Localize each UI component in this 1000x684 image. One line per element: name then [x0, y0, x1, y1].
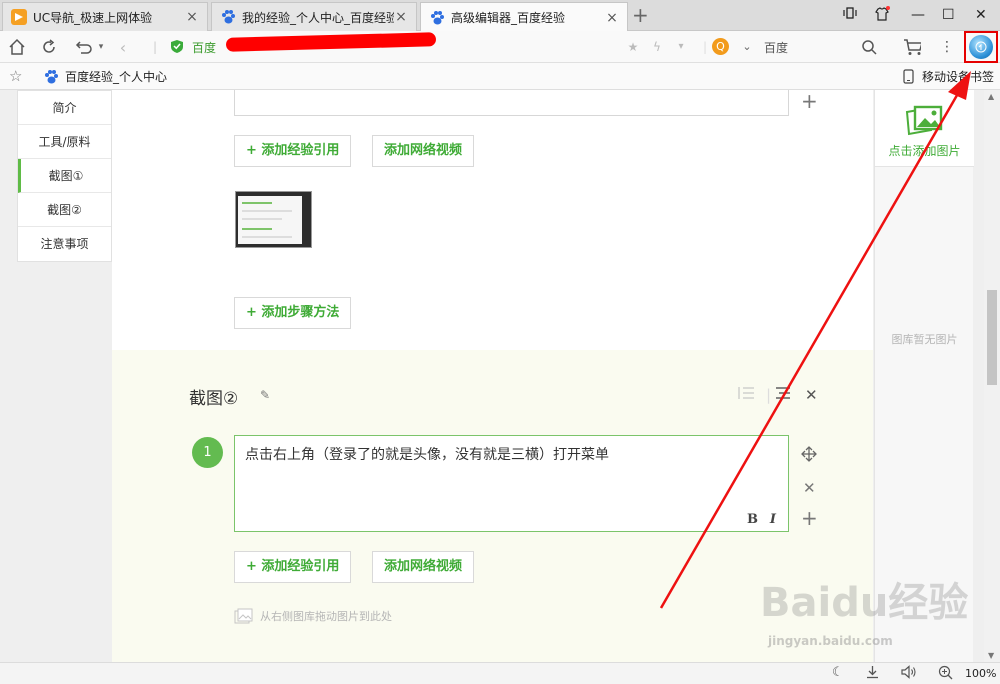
- lightning-icon[interactable]: ϟ: [648, 38, 666, 56]
- zoom-in-icon[interactable]: [938, 665, 953, 684]
- delete-step-icon[interactable]: ✕: [803, 479, 816, 497]
- close-icon[interactable]: ×: [394, 9, 408, 25]
- drop-hint-text: 从右侧图库拖动图片到此处: [260, 610, 392, 623]
- mobile-bookmarks[interactable]: 移动设备书签: [903, 68, 994, 85]
- watermark-url: jingyan.baidu.com: [768, 634, 893, 648]
- nav-item-tools[interactable]: 工具/原料: [18, 125, 111, 159]
- close-icon[interactable]: ✕: [805, 386, 818, 404]
- star-bookmark-icon[interactable]: ★: [624, 38, 642, 56]
- unordered-list-icon[interactable]: [775, 386, 791, 404]
- address-toolbar: ▾ ‹ |: [0, 31, 1000, 63]
- phone-icon: [903, 69, 914, 84]
- vibrate-icon[interactable]: [843, 6, 857, 25]
- bold-button[interactable]: B: [747, 512, 758, 527]
- step-text-area[interactable]: [234, 90, 789, 116]
- move-drag-icon[interactable]: [801, 446, 817, 466]
- step-number-badge: 1: [192, 437, 223, 468]
- add-reference-button[interactable]: + 添加经验引用: [234, 135, 352, 167]
- step-screenshot-thumbnail[interactable]: [235, 191, 312, 248]
- security-shield-icon: [170, 39, 184, 57]
- pencil-edit-icon[interactable]: ✎: [260, 388, 270, 402]
- skin-shirt-icon[interactable]: [874, 6, 890, 27]
- baidu-jingyan-watermark: Baidu经验: [760, 580, 969, 626]
- baidu-paw-icon: [220, 9, 236, 25]
- empty-library-text: 图库暂无图片: [891, 333, 958, 346]
- outline-nav: 简介 工具/原料 截图① 截图② 注意事项: [17, 90, 112, 262]
- site-name: 百度: [192, 41, 217, 55]
- zoom-level[interactable]: 100%: [965, 667, 996, 680]
- bookmark-label: 百度经验_个人中心: [65, 70, 168, 84]
- italic-button[interactable]: I: [770, 512, 776, 527]
- volume-icon[interactable]: [901, 665, 917, 683]
- add-reference-button[interactable]: + 添加经验引用: [234, 551, 352, 583]
- nav-item-intro[interactable]: 简介: [18, 91, 111, 125]
- ordered-list-icon[interactable]: [738, 386, 754, 404]
- tab-bar: UC导航_极速上网体验 × 我的经验_个人中心_百度经验 × 高级编辑器_百度经…: [0, 0, 1000, 32]
- step-text: 点击右上角（登录了的就是头像，没有就是三横）打开菜单: [245, 447, 609, 463]
- home-icon[interactable]: [8, 38, 26, 56]
- divider: |: [152, 40, 158, 54]
- night-mode-moon-icon[interactable]: ☾: [832, 665, 844, 680]
- back-arrow-icon[interactable]: ‹: [114, 38, 132, 57]
- nav-item-screenshot-1[interactable]: 截图①: [18, 159, 111, 193]
- add-video-button[interactable]: 添加网络视频: [372, 551, 475, 583]
- nav-item-screenshot-2[interactable]: 截图②: [18, 193, 111, 227]
- search-engine-icon[interactable]: Q: [712, 38, 729, 55]
- divider: |: [766, 386, 772, 404]
- status-bar: ☾ 100%: [0, 662, 1000, 684]
- mobile-bookmarks-label: 移动设备书签: [921, 70, 994, 84]
- star-outline-icon[interactable]: ☆: [9, 67, 22, 85]
- avatar: [969, 35, 993, 59]
- chevron-down-icon[interactable]: ▾: [672, 37, 690, 55]
- picture-icon: [903, 104, 945, 141]
- refresh-icon[interactable]: [40, 38, 58, 56]
- cart-icon[interactable]: [903, 38, 921, 56]
- image-icon: [234, 608, 254, 624]
- close-icon[interactable]: ×: [185, 9, 199, 25]
- chevron-down-icon[interactable]: ▾: [92, 38, 110, 56]
- user-avatar-button[interactable]: [964, 31, 998, 63]
- undo-back-icon[interactable]: [74, 38, 92, 56]
- image-drop-zone[interactable]: 从右侧图库拖动图片到此处: [234, 608, 392, 624]
- tab-title: 高级编辑器_百度经验: [451, 11, 566, 25]
- minimize-icon[interactable]: —: [911, 6, 925, 24]
- bookmark-bar: ☆ 百度经验_个人中心 移动设备书签: [0, 63, 1000, 90]
- add-image-label: 点击添加图片: [888, 144, 961, 158]
- tab-title: UC导航_极速上网体验: [33, 10, 153, 25]
- tab-my-experience[interactable]: 我的经验_个人中心_百度经验 ×: [211, 2, 417, 31]
- new-tab-icon[interactable]: +: [632, 4, 649, 26]
- chevron-down-icon[interactable]: ⌄: [738, 37, 756, 55]
- search-input[interactable]: 百度: [764, 39, 788, 56]
- add-step-plus-icon[interactable]: +: [801, 91, 818, 111]
- close-window-icon[interactable]: ✕: [975, 6, 987, 24]
- add-step-method-button[interactable]: + 添加步骤方法: [234, 297, 352, 329]
- add-step-plus-icon[interactable]: +: [801, 508, 818, 528]
- nav-item-notes[interactable]: 注意事项: [18, 227, 111, 261]
- more-menu-icon[interactable]: ⋮: [938, 38, 956, 56]
- baidu-paw-icon: [429, 10, 445, 26]
- baidu-paw-icon: [44, 69, 58, 84]
- uc-logo-icon: [11, 9, 27, 25]
- bookmark-item[interactable]: 百度经验_个人中心: [44, 68, 167, 85]
- maximize-icon[interactable]: ☐: [942, 6, 955, 24]
- tab-uc-nav[interactable]: UC导航_极速上网体验 ×: [2, 2, 208, 31]
- search-icon[interactable]: [860, 38, 878, 56]
- scroll-down-icon[interactable]: ▼: [988, 651, 994, 660]
- step-text-area[interactable]: 点击右上角（登录了的就是头像，没有就是三横）打开菜单 B I: [234, 435, 789, 532]
- close-icon[interactable]: ×: [605, 10, 619, 26]
- scroll-up-icon[interactable]: ▲: [988, 92, 994, 101]
- section-title: 截图②: [189, 389, 239, 409]
- editor-main: + + 添加经验引用 添加网络视频 + 添加步骤方法 截图② ✎ | ✕ 1 点…: [112, 90, 873, 662]
- add-image-button[interactable]: 点击添加图片: [875, 90, 974, 167]
- tab-advanced-editor[interactable]: 高级编辑器_百度经验 ×: [420, 2, 628, 32]
- download-icon[interactable]: [866, 665, 879, 683]
- vertical-scrollbar[interactable]: ▲ ▼: [984, 90, 1000, 662]
- tab-title: 我的经验_个人中心_百度经验: [242, 10, 394, 25]
- add-video-button[interactable]: 添加网络视频: [372, 135, 475, 167]
- scroll-thumb[interactable]: [987, 290, 997, 385]
